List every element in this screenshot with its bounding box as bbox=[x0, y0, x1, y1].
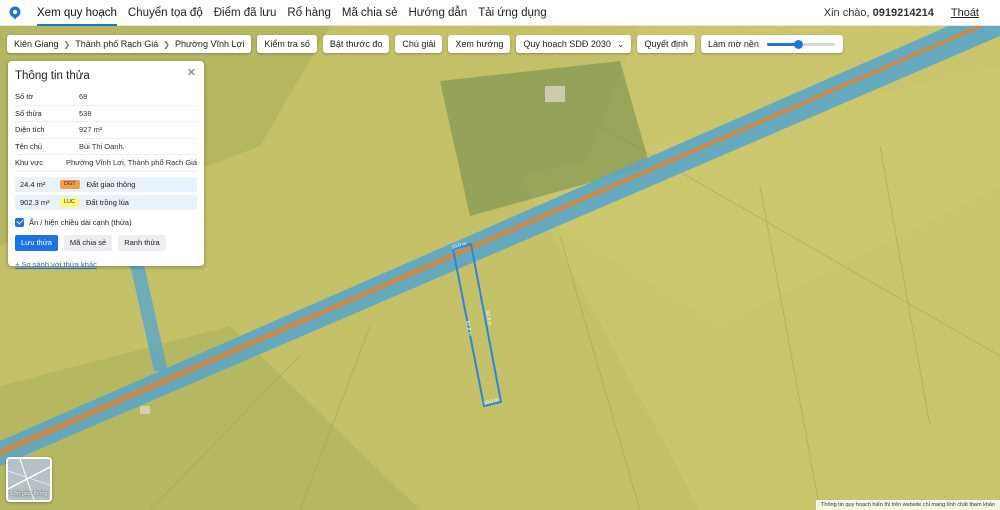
nav-saved-points[interactable]: Điểm đã lưu bbox=[214, 0, 277, 26]
logout-link[interactable]: Thoát bbox=[951, 7, 979, 19]
field-value: 927 m² bbox=[79, 125, 103, 135]
breadcrumb-ward[interactable]: Phường Vĩnh Lợi bbox=[175, 39, 244, 49]
breadcrumb-city[interactable]: Thành phố Rạch Giá bbox=[75, 39, 158, 49]
land-use-list: 24.4 m² DGT Đất giao thông 902.3 m² LUC … bbox=[15, 176, 197, 210]
field-value: Phường Vĩnh Lợi, Thành phố Rạch Giá bbox=[65, 158, 197, 168]
field-owner: Tên chủ Bùi Thị Oanh. bbox=[15, 139, 197, 155]
chevron-right-icon: ❯ bbox=[163, 39, 170, 49]
nav-view-planning[interactable]: Xem quy hoạch bbox=[37, 0, 117, 26]
land-use-item: 24.4 m² DGT Đất giao thông bbox=[15, 176, 197, 192]
blur-slider-thumb[interactable] bbox=[793, 39, 803, 49]
field-parcel-number: Số thửa 538 bbox=[15, 106, 197, 122]
user-area: Xin chào, 0919214214 Thoát bbox=[824, 7, 979, 19]
field-area: Diện tích 927 m² bbox=[15, 122, 197, 139]
field-key: Khu vực bbox=[15, 158, 43, 168]
small-structure bbox=[140, 406, 150, 414]
share-code-button[interactable]: Mã chia sẻ bbox=[63, 234, 113, 251]
field-key: Số tờ bbox=[15, 92, 34, 102]
blur-label: Làm mờ nền bbox=[707, 39, 759, 49]
nav-cart[interactable]: Rổ hàng bbox=[287, 0, 330, 26]
show-edges-label: Ẩn / hiện chiều dài cạnh (thửa) bbox=[29, 217, 132, 227]
user-phone: 0919214214 bbox=[872, 6, 934, 19]
view-direction-button[interactable]: Xem hướng bbox=[448, 35, 511, 53]
field-value: Bùi Thị Oanh. bbox=[79, 141, 125, 151]
greeting-text: Xin chào, bbox=[823, 6, 870, 19]
land-use-area: 24.4 m² bbox=[20, 179, 46, 189]
greeting: Xin chào, 0919214214 bbox=[824, 7, 934, 19]
nav-guide[interactable]: Hướng dẫn bbox=[409, 0, 468, 26]
land-use-name: Đất giao thông bbox=[86, 179, 136, 189]
field-value: 68 bbox=[79, 92, 88, 102]
parcel-boundary-button[interactable]: Ranh thửa bbox=[118, 234, 166, 251]
field-key: Số thửa bbox=[15, 108, 42, 118]
top-navigation: Xem quy hoạch Chuyển tọa độ Điểm đã lưu … bbox=[0, 0, 1000, 26]
panel-actions: Lưu thửa Mã chia sẻ Ranh thửa bbox=[15, 234, 197, 251]
layer-label: Lớp giao thông bbox=[10, 491, 48, 497]
parcel-info-panel: Thông tin thửa ✕ Số tờ 68 Số thửa 538 Di… bbox=[8, 61, 204, 269]
map-toolbar: Kiên Giang ❯ Thành phố Rạch Giá ❯ Phường… bbox=[7, 35, 843, 53]
land-use-code: LUC bbox=[60, 197, 80, 207]
field-value: 538 bbox=[79, 108, 92, 118]
land-use-name: Đất trồng lúa bbox=[86, 197, 129, 207]
measure-button[interactable]: Bật thước đo bbox=[322, 35, 390, 53]
plan-select-value: Quy hoạch SDĐ 2030 bbox=[523, 39, 611, 49]
land-use-area: 902.3 m² bbox=[20, 197, 50, 207]
blur-slider[interactable] bbox=[766, 39, 835, 49]
breadcrumb[interactable]: Kiên Giang ❯ Thành phố Rạch Giá ❯ Phường… bbox=[7, 35, 252, 53]
panel-title: Thông tin thửa bbox=[15, 70, 90, 82]
parcel-fields: Số tờ 68 Số thửa 538 Diện tích 927 m² Tê… bbox=[15, 89, 197, 172]
nav-share-code[interactable]: Mã chia sẻ bbox=[342, 0, 398, 26]
show-edges-toggle[interactable]: Ẩn / hiện chiều dài cạnh (thửa) bbox=[15, 217, 197, 227]
save-parcel-button[interactable]: Lưu thửa bbox=[15, 234, 58, 251]
field-key: Tên chủ bbox=[15, 141, 43, 151]
plan-select[interactable]: Quy hoạch SDĐ 2030 ⌄ bbox=[516, 35, 632, 53]
building bbox=[545, 86, 565, 102]
compare-parcel-link[interactable]: + So sánh với thửa khác bbox=[15, 260, 197, 269]
chevron-down-icon: ⌄ bbox=[616, 38, 625, 49]
footer-disclaimer: Thông tin quy hoạch hiển thị trên websit… bbox=[816, 500, 1000, 510]
land-use-code: DGT bbox=[60, 179, 80, 189]
nav-convert-coordinates[interactable]: Chuyển tọa độ bbox=[128, 0, 203, 26]
field-region: Khu vực Phường Vĩnh Lợi, Thành phố Rạch … bbox=[15, 155, 197, 172]
decision-button[interactable]: Quyết định bbox=[637, 35, 695, 53]
close-icon[interactable]: ✕ bbox=[187, 66, 196, 79]
blur-slider-fill bbox=[766, 42, 798, 46]
field-key: Diện tích bbox=[15, 125, 45, 135]
check-parcel-button[interactable]: Kiểm tra số bbox=[257, 35, 317, 53]
legend-button[interactable]: Chú giải bbox=[395, 35, 443, 53]
field-sheet-number: Số tờ 68 bbox=[15, 89, 197, 106]
land-use-item: 902.3 m² LUC Đất trồng lúa bbox=[15, 194, 197, 210]
blur-control: Làm mờ nền bbox=[700, 35, 843, 53]
layer-toggle-button[interactable]: Lớp giao thông bbox=[6, 457, 52, 502]
show-edges-checkbox[interactable] bbox=[15, 217, 24, 227]
chevron-right-icon: ❯ bbox=[63, 39, 71, 49]
breadcrumb-province[interactable]: Kiên Giang bbox=[14, 39, 59, 49]
nav-download-app[interactable]: Tải ứng dụng bbox=[478, 0, 546, 26]
location-pin-icon[interactable] bbox=[8, 6, 22, 20]
